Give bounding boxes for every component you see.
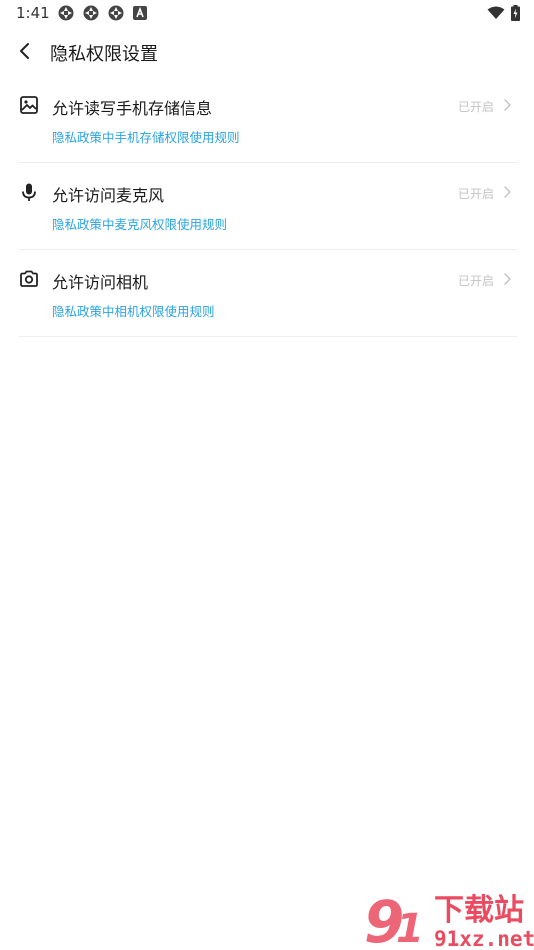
app-header: 隐私权限设置 [0,30,534,72]
status-bar: 1:41 [0,0,534,28]
status-time: 1:41 [16,4,50,22]
a-badge-icon [133,6,147,20]
watermark-logo: 9 1 下载站 91xz.net [364,888,534,950]
app-notification-icon [108,5,124,21]
microphone-icon [18,181,40,203]
permission-title: 允许访问麦克风 [52,186,165,205]
privacy-policy-link[interactable]: 隐私政策中麦克风权限使用规则 [52,214,227,233]
image-icon [18,94,40,116]
permission-status: 已开启 [457,100,494,114]
app-notification-icon [58,5,74,21]
permission-item-microphone[interactable]: 允许访问麦克风 已开启 隐私政策中麦克风权限使用规则 [18,163,518,250]
status-right-icons [487,4,520,22]
chevron-right-icon [504,186,511,198]
permission-list: 允许读写手机存储信息 已开启 隐私政策中手机存储权限使用规则 允许访问麦克风 已… [18,76,518,337]
privacy-policy-link[interactable]: 隐私政策中相机权限使用规则 [52,301,215,320]
permission-title: 允许读写手机存储信息 [52,99,213,118]
chevron-right-icon [504,273,511,285]
watermark-brand: 下载站 [434,893,524,928]
svg-text:1: 1 [396,906,424,950]
app-notification-icon [83,5,99,21]
chevron-right-icon [504,99,511,111]
camera-icon [18,268,40,290]
wifi-icon [487,6,505,19]
chevron-left-icon [20,43,29,59]
battery-icon [511,5,520,21]
permission-title: 允许访问相机 [52,273,149,292]
permission-status: 已开启 [457,187,494,201]
permission-item-camera[interactable]: 允许访问相机 已开启 隐私政策中相机权限使用规则 [18,250,518,337]
page-title: 隐私权限设置 [50,44,158,65]
back-button[interactable] [10,36,40,66]
privacy-policy-link[interactable]: 隐私政策中手机存储权限使用规则 [52,127,240,146]
permission-status: 已开启 [457,274,494,288]
watermark-site: 91xz.net [434,927,534,950]
permission-item-storage[interactable]: 允许读写手机存储信息 已开启 隐私政策中手机存储权限使用规则 [18,76,518,163]
